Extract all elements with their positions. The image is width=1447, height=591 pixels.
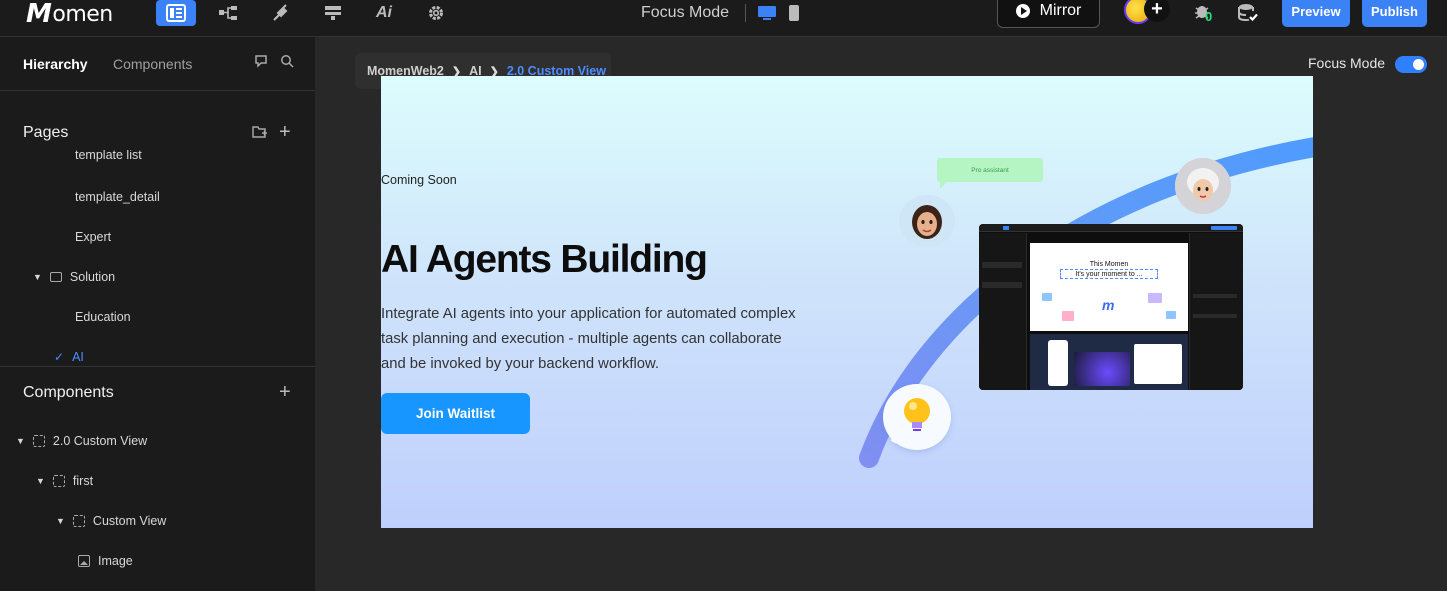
pages-title: Pages (23, 124, 69, 141)
focus-mode-label: Focus Mode (641, 4, 730, 21)
hero-description: Integrate AI agents into your applicatio… (381, 306, 796, 372)
component-item[interactable]: ▼ first (36, 474, 93, 488)
github-icon[interactable] (254, 54, 268, 71)
focus-mode-toggle[interactable] (1395, 56, 1427, 73)
publish-button[interactable]: Publish (1362, 0, 1427, 27)
tab-hierarchy[interactable]: Hierarchy (23, 56, 88, 72)
momen-logo[interactable]: Momen (26, 0, 113, 29)
avatar-memoji (899, 195, 955, 247)
ai-icon[interactable]: Ai (373, 0, 395, 26)
page-label: Expert (75, 230, 112, 244)
page-label: template list (75, 150, 142, 162)
page-label: template_detail (75, 190, 160, 204)
left-sidebar: Hierarchy Components Pages + template li… (0, 37, 315, 591)
bug-debug-icon[interactable]: 0 (1192, 0, 1216, 26)
design-canvas[interactable]: Coming Soon AI Agents Building Integrate… (381, 76, 1313, 528)
top-toolbar: Momen Ai Focus Mode Mirror + 0 Preview P… (0, 0, 1447, 37)
component-item[interactable]: ▼ Custom View (56, 514, 166, 528)
focus-mode-toggle-label: Focus Mode (1308, 55, 1386, 71)
add-component-icon[interactable]: + (279, 381, 291, 404)
gear-icon[interactable] (425, 0, 447, 26)
folder-icon (49, 272, 62, 282)
image-icon (78, 555, 90, 567)
components-title: Components (23, 384, 114, 401)
component-label: 2.0 Custom View (52, 434, 148, 448)
mirror-button[interactable]: Mirror (997, 0, 1100, 28)
page-item[interactable]: template_detail (75, 190, 160, 204)
preview-button[interactable]: Preview (1282, 0, 1350, 27)
desktop-icon[interactable] (757, 0, 777, 26)
component-item[interactable]: ▼ 2.0 Custom View (16, 434, 147, 448)
page-folder-item[interactable]: ▼ Solution (33, 270, 115, 284)
data-table-icon[interactable] (322, 0, 344, 26)
caret-down-icon[interactable]: ▼ (16, 436, 25, 446)
section-divider (0, 366, 315, 367)
caret-down-icon[interactable]: ▼ (33, 272, 42, 282)
logo-initial: M (26, 0, 52, 29)
sidebar-tabs: Hierarchy Components (0, 37, 315, 91)
tab-components[interactable]: Components (113, 56, 192, 72)
avatar-memoji (1175, 158, 1231, 214)
toolbar-divider (745, 4, 746, 22)
coming-soon-text: Coming Soon (381, 173, 457, 187)
check-icon: ✓ (54, 350, 65, 364)
mirror-label: Mirror (1039, 2, 1082, 19)
hero-headline: AI Agents Building (381, 238, 708, 281)
caret-down-icon[interactable]: ▼ (56, 516, 65, 526)
caret-down-icon[interactable]: ▼ (36, 476, 45, 486)
component-label: first (72, 474, 94, 488)
page-label: Solution (69, 270, 116, 284)
page-item-selected[interactable]: ✓ AI (54, 350, 84, 364)
join-waitlist-button[interactable]: Join Waitlist (381, 393, 530, 434)
plugin-icon[interactable] (270, 0, 292, 26)
mobile-icon[interactable] (787, 0, 801, 26)
frame-icon (72, 515, 85, 527)
frame-icon (32, 435, 45, 447)
page-item[interactable]: Education (75, 310, 131, 324)
invite-plus-icon[interactable]: + (1144, 0, 1170, 22)
lightbulb-icon (883, 384, 951, 450)
page-label: Education (75, 310, 131, 324)
tree-structure-icon[interactable] (217, 0, 239, 26)
add-folder-icon[interactable] (252, 125, 268, 142)
add-page-icon[interactable]: + (279, 121, 291, 144)
page-label: AI (72, 350, 84, 364)
layout-view-icon[interactable] (156, 0, 196, 26)
frame-icon (52, 475, 65, 487)
pages-list: template list template_detail Expert ▼ S… (0, 150, 315, 366)
mock-title: This Momen (1089, 261, 1129, 268)
logo-text: omen (52, 1, 113, 27)
component-label: Custom View (92, 514, 167, 528)
component-item[interactable]: Image (78, 554, 133, 568)
mock-subtitle: It's your moment to ... (1060, 269, 1158, 279)
search-icon[interactable] (280, 54, 294, 71)
product-screenshot: This Momen It's your moment to ... m (979, 224, 1243, 390)
version-badge: 0 (1205, 9, 1213, 24)
component-label: Image (98, 554, 133, 568)
play-icon (1015, 4, 1030, 18)
page-item[interactable]: Expert (75, 230, 111, 244)
chat-bubble: Pro assistant (937, 158, 1043, 189)
page-item[interactable]: template list (75, 150, 142, 162)
chat-bubble-text: Pro assistant (971, 166, 1009, 174)
database-check-icon[interactable] (1236, 0, 1260, 26)
